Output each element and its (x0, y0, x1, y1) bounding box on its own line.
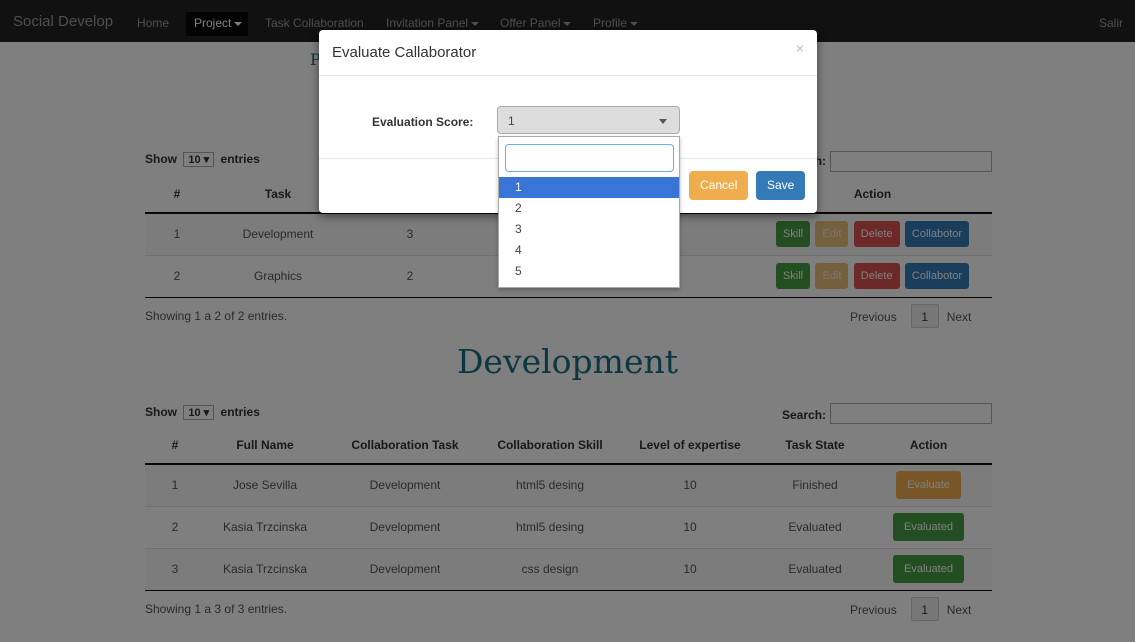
cancel-button[interactable]: Cancel (689, 171, 749, 200)
dropdown-search-input[interactable] (505, 144, 674, 172)
score-option-3[interactable]: 3 (499, 219, 679, 240)
save-button[interactable]: Save (756, 171, 806, 200)
selected-score: 1 (508, 114, 515, 128)
score-option-5[interactable]: 5 (499, 261, 679, 282)
score-option-4[interactable]: 4 (499, 240, 679, 261)
evaluation-score-select[interactable]: 1 (497, 106, 680, 134)
dropdown-arrow-icon (659, 119, 667, 124)
modal-title: Evaluate Callaborator (332, 44, 477, 61)
modal-header: Evaluate Callaborator × (319, 30, 817, 76)
dropdown-options: 1 2 3 4 5 (499, 177, 679, 282)
close-icon[interactable]: × (796, 40, 804, 56)
score-option-1[interactable]: 1 (499, 177, 679, 198)
score-option-2[interactable]: 2 (499, 198, 679, 219)
evaluation-score-label: Evaluation Score: (372, 115, 474, 129)
score-dropdown: 1 2 3 4 5 (498, 136, 680, 288)
